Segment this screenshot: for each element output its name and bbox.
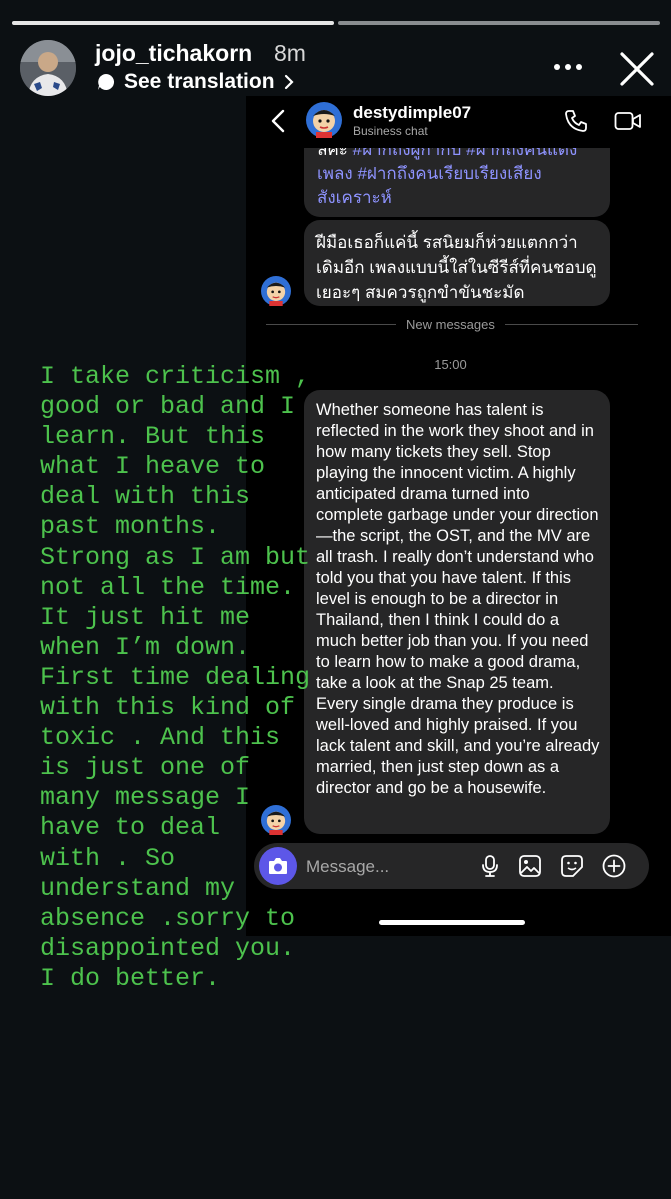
phone-icon[interactable] bbox=[564, 109, 588, 133]
caption-line: learn. But this bbox=[40, 422, 266, 452]
caption-line: understand my bbox=[40, 873, 236, 903]
chat-avatar[interactable] bbox=[306, 102, 342, 138]
sticker-icon[interactable] bbox=[560, 854, 584, 878]
message-bubble-english: Whether someone has talent is reflected … bbox=[304, 390, 610, 834]
story-username[interactable]: jojo_tichakorn bbox=[95, 40, 252, 67]
story-progress-next bbox=[338, 21, 660, 25]
translate-bubble-icon bbox=[96, 72, 116, 92]
caption-line: past months. bbox=[40, 512, 221, 542]
caption-line: I take criticism , bbox=[40, 362, 311, 391]
chat-contact-name[interactable]: destydimple07 bbox=[353, 103, 471, 123]
caption-line: not all the time. bbox=[40, 572, 296, 602]
hashtag-links[interactable]: เพลง #ฝากถึงคนเรียบเรียงเสียง bbox=[317, 164, 542, 183]
caption-line: good or bad and I bbox=[40, 392, 296, 422]
caption-line: with . So bbox=[40, 843, 176, 873]
see-translation-button[interactable]: See translation bbox=[96, 68, 295, 96]
caption-line: It just hit me bbox=[40, 602, 251, 632]
caption-line: when I’m down. bbox=[40, 632, 251, 662]
microphone-icon[interactable] bbox=[478, 854, 502, 878]
chevron-right-icon bbox=[283, 73, 295, 91]
chevron-left-icon[interactable] bbox=[268, 108, 290, 134]
story-progress-current bbox=[12, 21, 334, 25]
see-translation-label: See translation bbox=[124, 70, 275, 93]
story-post-time: 8m bbox=[274, 40, 306, 66]
caption-line: many message I bbox=[40, 783, 251, 813]
video-camera-icon[interactable] bbox=[614, 109, 642, 133]
caption-line: I do better. bbox=[40, 963, 221, 993]
new-messages-label: New messages bbox=[396, 317, 505, 332]
caption-line: deal with this bbox=[40, 482, 251, 512]
sender-avatar[interactable] bbox=[261, 276, 291, 306]
caption-line: First time dealing bbox=[40, 662, 311, 692]
more-horizontal-icon[interactable] bbox=[552, 55, 584, 79]
caption-line: is just one of bbox=[40, 753, 251, 783]
caption-line: disappointed you. bbox=[40, 933, 296, 963]
plus-circle-icon[interactable] bbox=[602, 854, 626, 878]
image-icon[interactable] bbox=[518, 854, 542, 878]
caption-line: absence .sorry to bbox=[40, 903, 296, 933]
caption-line: Strong as I am but bbox=[40, 542, 311, 572]
close-icon[interactable] bbox=[617, 49, 657, 89]
chat-contact-subtitle: Business chat bbox=[353, 124, 428, 138]
story-caption: I take criticism , good or bad and I lea… bbox=[40, 362, 340, 994]
chat-header: destydimple07 Business chat bbox=[246, 96, 671, 148]
caption-line: have to deal bbox=[40, 813, 221, 843]
avatar[interactable] bbox=[20, 40, 76, 96]
caption-line: toxic . And this bbox=[40, 723, 281, 753]
caption-line: what I heave to bbox=[40, 452, 266, 482]
hashtag-links[interactable]: สังเคราะห์ bbox=[317, 188, 392, 207]
home-indicator bbox=[379, 920, 525, 925]
caption-line: with this kind of bbox=[40, 693, 296, 723]
message-bubble-thai: ฝีมือเธอก็แค่นี้ รสนิยมก็ห่วยแตกกว่าเดิม… bbox=[304, 220, 610, 306]
